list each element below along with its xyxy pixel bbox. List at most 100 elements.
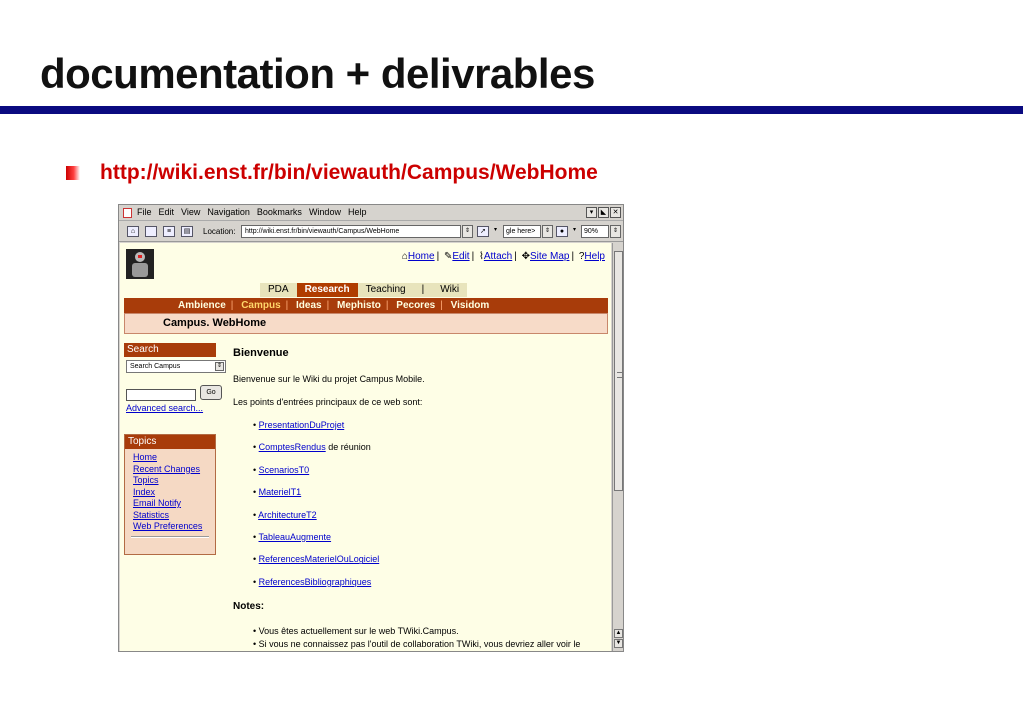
menu-edit[interactable]: Edit — [159, 207, 175, 217]
maximize-icon[interactable]: ◣ — [598, 207, 609, 218]
menu-items: File Edit View Navigation Bookmarks Wind… — [137, 207, 366, 217]
subnav-ideas[interactable]: Ideas — [296, 300, 322, 311]
link-references-materiel[interactable]: ReferencesMaterielOuLogiciel — [259, 554, 380, 564]
entry-link-list: • PresentationDuProjet • ComptesRendus d… — [233, 420, 608, 599]
scroll-up-icon[interactable]: ▲ — [614, 629, 623, 638]
bullet-square-icon — [66, 166, 80, 180]
top-link-edit[interactable]: Edit — [452, 251, 469, 262]
zoom-dropdown-icon[interactable]: ⇕ — [610, 225, 621, 238]
link-architecture[interactable]: ArchitectureT2 — [258, 510, 317, 520]
location-dropdown-icon[interactable]: ⇕ — [462, 225, 473, 238]
topic-statistics[interactable]: Statistics — [133, 510, 215, 522]
list-item: • ScenariosT0 — [253, 464, 310, 475]
list-item: • TableauAugmente — [253, 531, 332, 542]
menu-window[interactable]: Window — [309, 207, 341, 217]
search-engine-input[interactable]: gle here> — [503, 225, 541, 238]
home-icon[interactable]: ⌂ — [127, 226, 139, 237]
link-presentation[interactable]: PresentationDuProjet — [259, 420, 345, 430]
link-materiel[interactable]: MaterielT1 — [259, 487, 302, 497]
topic-email-notify[interactable]: Email Notify — [133, 498, 215, 510]
topics-list: Home Recent Changes Topics Index Email N… — [125, 449, 215, 533]
list-item: • ComptesRendus de réunion — [253, 442, 371, 453]
vertical-scrollbar[interactable]: ▲ ▼ — [612, 243, 623, 651]
menu-file[interactable]: File — [137, 207, 152, 217]
list-item: • ReferencesBibliographiques — [253, 576, 372, 587]
list-item: • ArchitectureT2 — [253, 509, 317, 520]
link-scenarios[interactable]: ScenariosT0 — [259, 465, 310, 475]
subnav-visidom[interactable]: Visidom — [451, 300, 490, 311]
link-comptes-rendus[interactable]: ComptesRendus — [259, 442, 326, 452]
link-references-biblio[interactable]: ReferencesBibliographiques — [259, 577, 372, 587]
topic-home[interactable]: Home — [133, 452, 215, 464]
location-input[interactable]: http://wiki.enst.fr/bin/viewauth/Campus/… — [241, 225, 461, 238]
note-text: Si vous ne connaissez pas l'outil de col… — [258, 639, 581, 650]
list-item: • PresentationDuProjet — [253, 420, 345, 430]
tab-separator: | — [413, 283, 433, 297]
list-item: • Vous êtes actuellement sur le web TWik… — [253, 626, 459, 637]
list-item: • Si vous ne connaissez pas l'outil de c… — [253, 639, 581, 650]
menu-help[interactable]: Help — [348, 207, 367, 217]
tab-teaching[interactable]: Teaching — [357, 283, 414, 297]
topic-index[interactable]: Index — [133, 487, 215, 499]
grip-icon — [617, 372, 622, 378]
subnav-ambience[interactable]: Ambience — [178, 300, 226, 311]
top-link-home[interactable]: Home — [408, 251, 435, 262]
link-tableau[interactable]: TableauAugmente — [259, 532, 332, 542]
topics-divider — [131, 535, 209, 538]
title-rule — [0, 106, 1023, 114]
print-icon[interactable]: ▤ — [181, 226, 193, 237]
window-icon[interactable] — [145, 226, 157, 237]
menu-bookmarks[interactable]: Bookmarks — [257, 207, 302, 217]
topic-topics[interactable]: Topics — [133, 475, 215, 487]
top-link-sitemap[interactable]: Site Map — [530, 251, 569, 262]
tab-wiki[interactable]: Wiki — [432, 283, 468, 297]
scrollbar-thumb[interactable] — [614, 251, 623, 491]
web-tabs: PDA Research Teaching | Wiki — [260, 283, 468, 297]
advanced-search-link[interactable]: Advanced search... — [126, 403, 203, 413]
subnav-campus[interactable]: Campus — [241, 300, 280, 311]
topics-box: Topics Home Recent Changes Topics Index … — [124, 434, 216, 555]
topic-web-preferences[interactable]: Web Preferences — [133, 521, 215, 533]
menu-navigation[interactable]: Navigation — [207, 207, 250, 217]
list-item: • ReferencesMaterielOuLogiciel — [253, 554, 380, 565]
window-buttons: ▾ ◣ ✕ — [586, 207, 621, 218]
page-viewport: ⌂Home | ✎Edit | ⌇Attach | ✥Site Map | ?Help … — [120, 243, 611, 651]
minimize-icon[interactable]: ▾ — [586, 207, 597, 218]
zoom-input[interactable]: 90% — [581, 225, 609, 238]
robot-logo[interactable] — [126, 249, 154, 279]
menu-bar: File Edit View Navigation Bookmarks Wind… — [119, 205, 623, 221]
notes-heading: Notes: — [233, 601, 265, 613]
search-dropdown-icon[interactable]: ⇕ — [542, 225, 553, 238]
document-icon[interactable]: ≡ — [163, 226, 175, 237]
go-arrow-icon[interactable]: ➚ — [477, 226, 489, 237]
chevron-down-icon[interactable]: ▾ — [490, 225, 501, 238]
scroll-down-icon[interactable]: ▼ — [614, 639, 623, 648]
robot-body — [132, 263, 148, 277]
chevron-down-icon-2[interactable]: ▾ — [569, 225, 580, 238]
top-link-attach[interactable]: Attach — [484, 251, 512, 262]
robot-eye — [138, 255, 142, 258]
tab-pda[interactable]: PDA — [260, 283, 297, 297]
subnav-mephisto[interactable]: Mephisto — [337, 300, 381, 311]
nav-toolbar: ⌂ ≡ ▤ Location: http://wiki.enst.fr/bin/… — [119, 222, 623, 242]
search-scope-label: Search Campus — [130, 363, 181, 370]
menu-view[interactable]: View — [181, 207, 200, 217]
app-icon — [123, 208, 132, 218]
search-scope-select[interactable]: Search Campus ⇕ — [126, 360, 226, 373]
tab-research[interactable]: Research — [296, 283, 358, 297]
slide: documentation + delivrables http://wiki.… — [0, 0, 1023, 708]
notes-list: • Vous êtes actuellement sur le web TWik… — [233, 626, 608, 651]
topic-recent-changes[interactable]: Recent Changes — [133, 464, 215, 476]
breadcrumb: Campus. WebHome — [124, 313, 608, 334]
close-icon[interactable]: ✕ — [610, 207, 621, 218]
top-links: ⌂Home | ✎Edit | ⌇Attach | ✥Site Map | ?Help — [401, 251, 605, 262]
subnav-bar: Ambience | Campus | Ideas | Mephisto | Pecor… — [124, 298, 608, 313]
subnav-pecores[interactable]: Pecores — [396, 300, 435, 311]
select-arrow-icon: ⇕ — [215, 362, 224, 371]
search-go-icon[interactable]: ● — [556, 226, 568, 237]
search-box: Search Search Campus ⇕ Go Advanced searc… — [124, 343, 226, 418]
top-link-help[interactable]: Help — [584, 251, 605, 262]
go-button[interactable]: Go — [200, 385, 222, 400]
search-input[interactable] — [126, 389, 196, 401]
note-text: Vous êtes actuellement sur le web TWiki.… — [258, 626, 459, 637]
